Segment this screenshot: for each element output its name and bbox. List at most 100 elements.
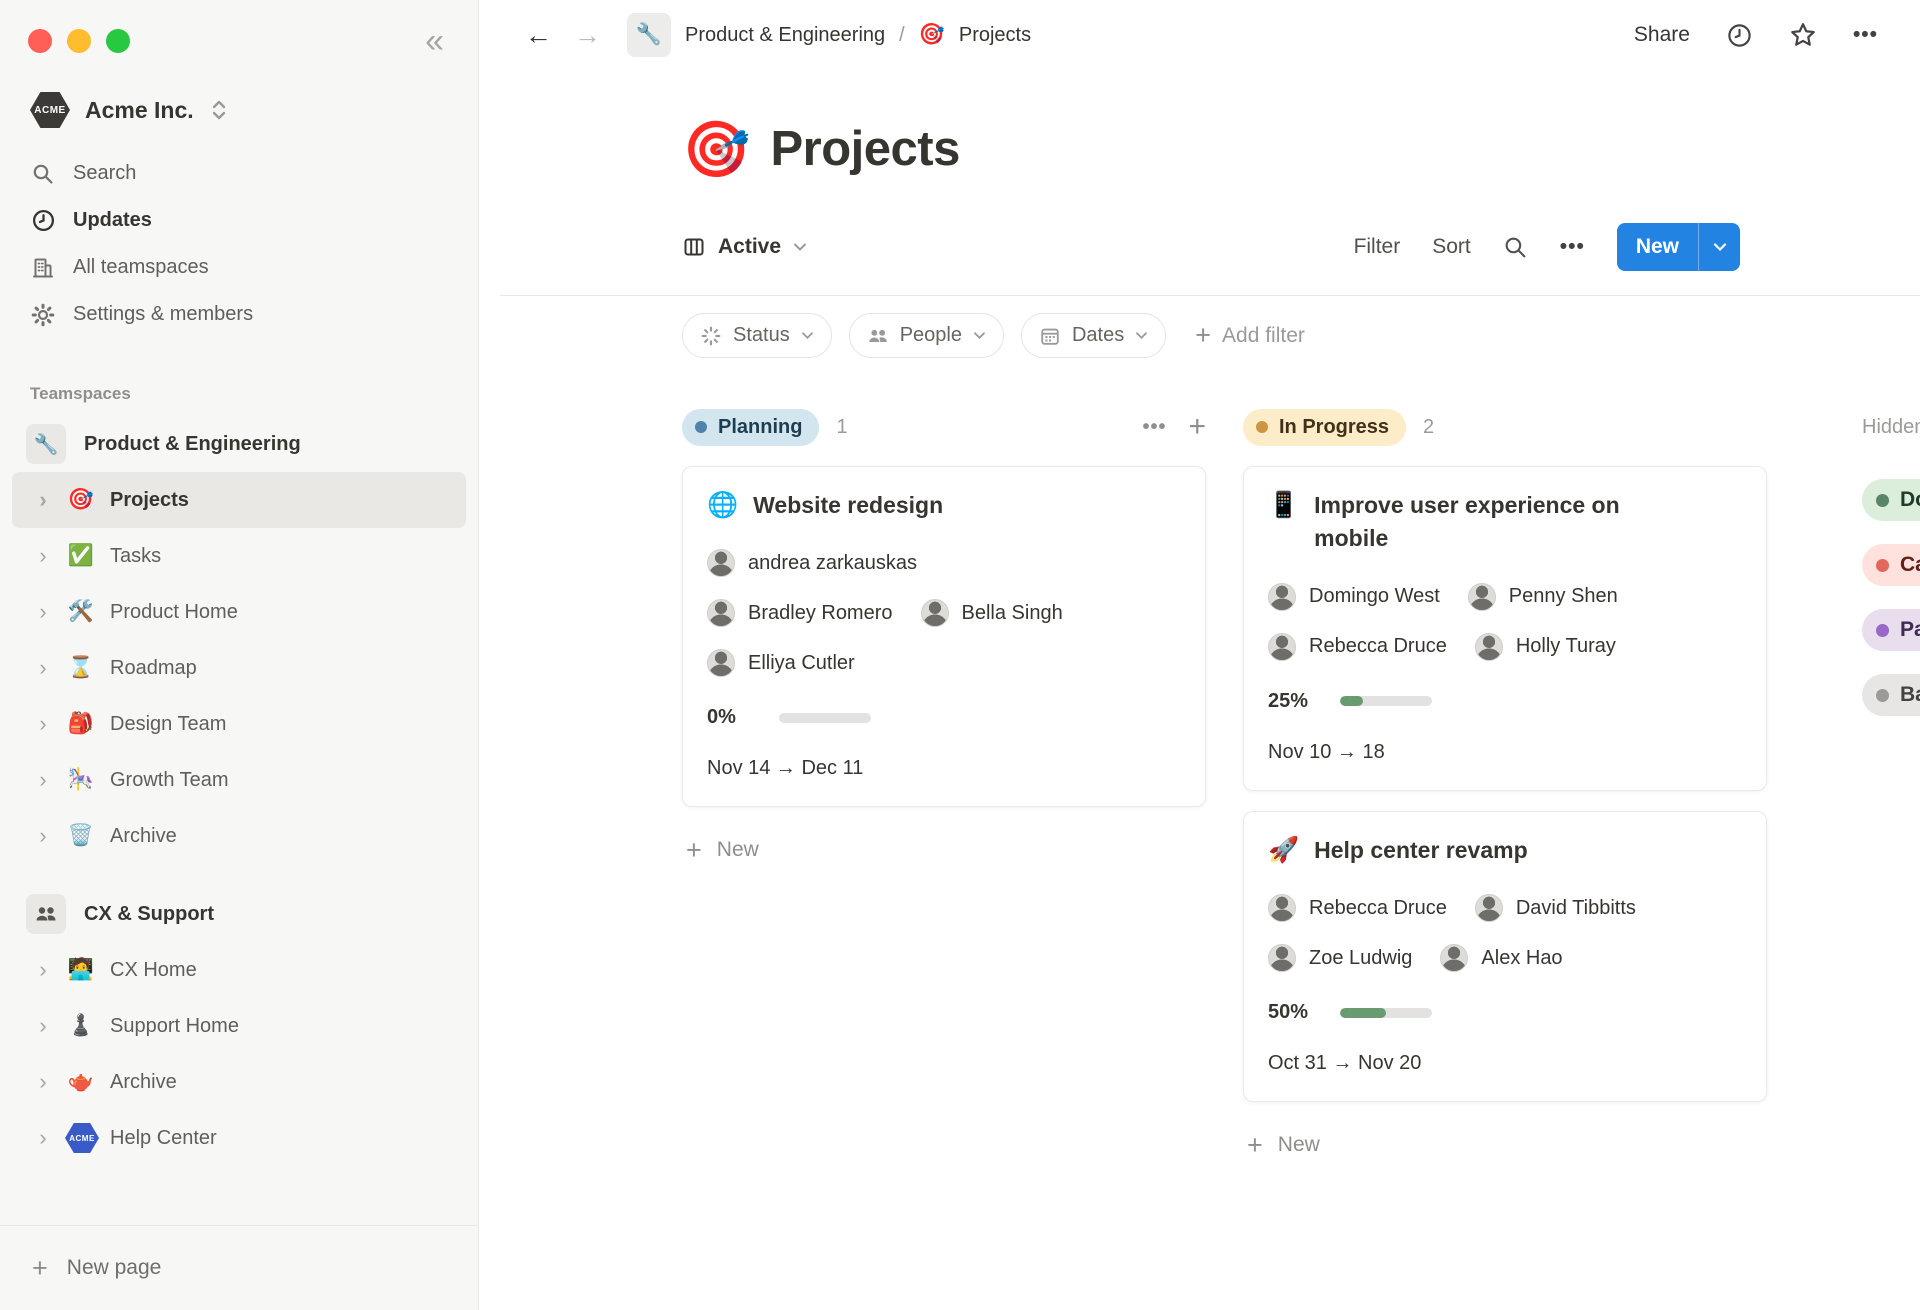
progress-track [779,713,871,723]
filter-chip-people[interactable]: People [849,313,1004,358]
sidebar-item-growth-team[interactable]: › 🎠 Growth Team [12,752,466,808]
status-pill-in-progress[interactable]: In Progress [1243,409,1406,446]
teamspace-name: CX & Support [84,903,214,926]
filter-chip-dates[interactable]: Dates [1021,313,1166,358]
person[interactable]: Penny Shen [1468,583,1618,611]
minimize-window-button[interactable] [67,29,91,53]
sidebar-item-product-home[interactable]: › 🛠️ Product Home [12,584,466,640]
card-title-row: 🚀 Help center revamp [1268,834,1742,867]
person[interactable]: Bella Singh [921,599,1063,627]
add-filter-button[interactable]: + Add filter [1195,322,1305,349]
view-options-icon[interactable]: ••• [1560,235,1585,259]
status-label: Paused [1900,618,1920,642]
chevron-right-icon[interactable]: › [34,825,52,847]
rocket-icon: 🚀 [1268,834,1299,867]
chevron-right-icon[interactable]: › [34,1015,52,1037]
chevron-right-icon[interactable]: › [34,545,52,567]
status-pill-planning[interactable]: Planning [682,409,819,446]
sidebar-item-updates[interactable]: Updates [12,197,466,244]
person[interactable]: Bradley Romero [707,599,893,627]
more-options-icon[interactable]: ••• [1853,23,1878,47]
back-icon[interactable]: ← [525,22,552,49]
board-view-icon [682,235,706,259]
search-icon[interactable] [1503,235,1528,260]
chevron-right-icon[interactable]: › [34,769,52,791]
sidebar-item-roadmap[interactable]: › ⌛ Roadmap [12,640,466,696]
person[interactable]: Domingo West [1268,583,1440,611]
sidebar-item-tasks[interactable]: › ✅ Tasks [12,528,466,584]
sidebar-item-search[interactable]: Search [12,150,466,197]
favorite-star-icon[interactable] [1789,21,1817,49]
card-progress: 25% [1268,690,1742,713]
forward-icon[interactable]: → [574,22,601,49]
status-pill-done[interactable]: Done [1862,479,1920,521]
person[interactable]: Elliya Cutler [707,649,855,677]
card-title: Help center revamp [1314,834,1527,867]
column-planning: Planning 1 ••• + 🌐 Website redesign [682,408,1206,877]
filter-button[interactable]: Filter [1354,235,1401,259]
collapse-sidebar-icon[interactable]: « [425,24,444,58]
person[interactable]: Rebecca Druce [1268,894,1447,922]
new-button-dropdown-icon[interactable] [1698,223,1740,271]
teamspace-product-engineering[interactable]: 🔧 Product & Engineering [12,416,466,472]
status-dot [695,421,707,433]
chevron-right-icon[interactable]: › [34,713,52,735]
status-pill-paused[interactable]: Paused [1862,609,1920,651]
person[interactable]: andrea zarkauskas [707,549,917,577]
sidebar-item-all-teamspaces[interactable]: All teamspaces [12,244,466,291]
column-new-card-button[interactable]: + New [1243,1118,1767,1172]
person[interactable]: Zoe Ludwig [1268,944,1412,972]
chevron-right-icon[interactable]: › [34,657,52,679]
column-add-icon[interactable]: + [1188,412,1206,442]
person[interactable]: Rebecca Druce [1268,633,1447,661]
status-pill-canceled[interactable]: Canceled [1862,544,1920,586]
sidebar-item-label: Settings & members [73,303,253,326]
person[interactable]: Alex Hao [1440,944,1562,972]
person[interactable]: David Tibbitts [1475,894,1636,922]
gear-icon [30,303,56,327]
sort-button[interactable]: Sort [1432,235,1471,259]
column-new-card-button[interactable]: + New [682,823,1206,877]
breadcrumb-teamspace[interactable]: Product & Engineering [685,24,885,47]
filter-chip-label: Dates [1072,324,1124,347]
sidebar-item-help-center[interactable]: › ACME Help Center [12,1110,466,1166]
sidebar-item-cx-home[interactable]: › 🧑‍💻 CX Home [12,942,466,998]
clock-icon [30,208,56,233]
person[interactable]: Holly Turay [1475,633,1616,661]
page-emoji: 🗑️ [65,824,97,848]
people-icon [867,325,889,347]
zoom-window-button[interactable] [106,29,130,53]
breadcrumb-page[interactable]: Projects [959,24,1031,47]
status-pill-backlog[interactable]: Backlog [1862,674,1920,716]
sidebar-item-support-home[interactable]: › ♟️ Support Home [12,998,466,1054]
new-button[interactable]: New [1617,223,1740,271]
sidebar-item-archive-cx[interactable]: › 🫖 Archive [12,1054,466,1110]
project-card-website-redesign[interactable]: 🌐 Website redesign andrea zarkauskas Bra… [682,466,1206,807]
project-card-improve-ux-mobile[interactable]: 📱 Improve user experience on mobile Domi… [1243,466,1767,791]
chevron-right-icon[interactable]: › [34,601,52,623]
breadcrumb-teamspace-icon[interactable]: 🔧 [627,13,671,57]
card-dates: Nov 14 → Dec 11 [707,757,1181,780]
hidden-columns: Hidden Done Canceled Paused [1862,408,1920,716]
chevron-right-icon[interactable]: › [34,489,52,511]
close-window-button[interactable] [28,29,52,53]
sidebar-item-settings[interactable]: Settings & members [12,291,466,338]
view-tab-active[interactable]: Active [682,235,807,259]
sidebar-item-projects[interactable]: › 🎯 Projects [12,472,466,528]
workspace-switcher[interactable]: ACME Acme Inc. [0,58,478,134]
chevron-right-icon[interactable]: › [34,959,52,981]
new-page-button[interactable]: + New page [12,1240,466,1296]
chevron-right-icon[interactable]: › [34,1071,52,1093]
filter-chip-status[interactable]: Status [682,313,832,358]
page-title[interactable]: Projects [770,123,959,177]
share-button[interactable]: Share [1634,23,1690,47]
updates-clock-icon[interactable] [1726,22,1753,49]
page-title-emoji[interactable]: 🎯 [682,122,750,177]
chevron-right-icon[interactable]: › [34,1127,52,1149]
project-card-help-center-revamp[interactable]: 🚀 Help center revamp Rebecca Druce David… [1243,811,1767,1102]
sidebar-item-archive[interactable]: › 🗑️ Archive [12,808,466,864]
new-button-label[interactable]: New [1617,223,1698,271]
sidebar-item-design-team[interactable]: › 🎒 Design Team [12,696,466,752]
teamspace-cx-support[interactable]: CX & Support [12,886,466,942]
column-more-icon[interactable]: ••• [1142,416,1166,439]
